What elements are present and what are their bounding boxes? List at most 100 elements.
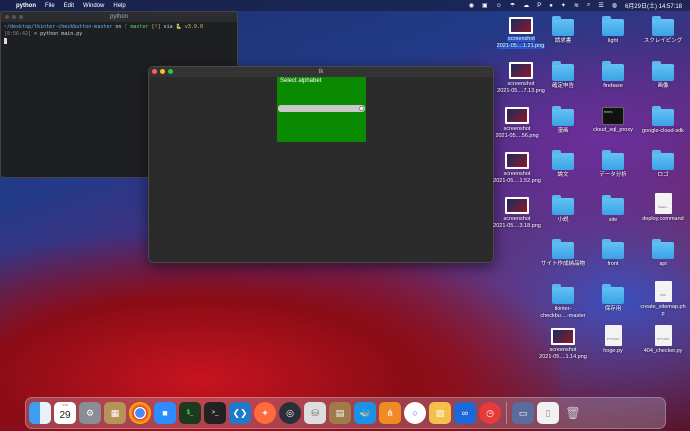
siri-icon[interactable]: ◍ — [612, 2, 617, 9]
terminal-output[interactable]: ~/desktop/tkinter-checkbutton-master on … — [1, 22, 237, 48]
clock-icon[interactable]: ◷ — [479, 402, 501, 424]
prompt-command: > python main.py — [34, 31, 83, 37]
folder-icon — [552, 16, 574, 36]
status-icon[interactable]: ✦ — [561, 2, 566, 9]
prompt-status: [!] — [151, 24, 161, 30]
status-icon[interactable]: ☂ — [510, 2, 515, 9]
folder-icon — [552, 284, 574, 304]
folder-icon — [602, 195, 624, 215]
branch-icon: ᚴ — [124, 24, 128, 30]
system-preferences-icon[interactable]: ⚙ — [79, 402, 101, 424]
sourcetree-icon[interactable]: ⋔ — [379, 402, 401, 424]
scale-handle[interactable] — [359, 106, 364, 111]
terminal-titlebar[interactable]: python — [1, 12, 237, 22]
minimize-button[interactable] — [160, 69, 165, 74]
desktop-item-label: 保存用 — [604, 306, 622, 312]
menu-app-name[interactable]: python — [16, 3, 36, 9]
terminal-file-icon: exec — [602, 107, 624, 125]
folder-icon — [552, 150, 574, 170]
vscode-icon[interactable]: ❮❯ — [229, 402, 251, 424]
status-icon[interactable]: ◉ — [469, 2, 474, 9]
menu-help[interactable]: Help — [113, 3, 125, 9]
terminal-icon[interactable]: >_ — [204, 402, 226, 424]
close-button[interactable] — [152, 69, 157, 74]
folder-icon — [652, 106, 674, 126]
desktop-folder[interactable]: ロゴ — [634, 150, 690, 179]
chrome-icon[interactable] — [129, 402, 151, 424]
folder-icon — [552, 61, 574, 81]
zoom-button[interactable] — [168, 69, 173, 74]
desktop-item[interactable]: PHP create_sitemap.ph p — [634, 281, 690, 317]
calendar-icon[interactable]: JUN 29 — [54, 402, 76, 424]
quicktime-icon[interactable]: ◎ — [279, 402, 301, 424]
status-icon[interactable]: ☁ — [523, 2, 529, 9]
terminal-line — [4, 38, 234, 46]
desktop-item-label: 請求書 — [554, 38, 572, 44]
desktop-item-label: light — [607, 38, 619, 44]
image-file-icon — [551, 328, 575, 345]
tk-window[interactable]: tk Select alphabet — [148, 66, 494, 263]
desktop-folder[interactable]: api — [634, 239, 690, 268]
prompt-time: [8:56:42] — [4, 31, 32, 37]
tk-titlebar[interactable]: tk — [149, 67, 493, 77]
control-center-icon[interactable]: ☰ — [598, 2, 603, 9]
alphabet-frame: Select alphabet — [277, 77, 366, 142]
finder-icon[interactable] — [29, 402, 51, 424]
tk-title: tk — [318, 69, 324, 75]
close-button[interactable] — [5, 15, 9, 19]
select-label: Select alphabet — [280, 78, 322, 84]
status-icon[interactable]: ▣ — [482, 2, 488, 9]
terminal-line: ~/desktop/tkinter-checkbutton-master on … — [4, 24, 234, 31]
alphabet-scale[interactable] — [278, 105, 365, 112]
desktop-item-label: cloud_sql_proxy — [593, 127, 633, 133]
desktop-item-label: hoge.py — [603, 348, 623, 354]
status-icon[interactable]: P — [537, 3, 541, 9]
status-icon[interactable]: ☺ — [496, 3, 502, 9]
folder-icon — [602, 284, 624, 304]
terminal-green-icon[interactable]: $_ — [179, 402, 201, 424]
preview-icon[interactable]: ▧ — [429, 402, 451, 424]
menu-clock[interactable]: 6月29日(土) 14:57:18 — [625, 1, 682, 10]
zoom-button[interactable] — [19, 15, 23, 19]
desktop-folder[interactable]: 画像 — [634, 61, 690, 90]
minimize-button[interactable] — [12, 15, 16, 19]
status-icon[interactable]: ● — [549, 3, 553, 9]
docker-icon[interactable]: 🐳 — [354, 402, 376, 424]
document-stack-icon[interactable]: ▯ — [537, 402, 559, 424]
zoom-icon[interactable]: ■ — [154, 402, 176, 424]
safari-icon[interactable]: ✦ — [254, 402, 276, 424]
terminal-title: python — [109, 14, 128, 20]
desktop-item-label: 小説 — [557, 217, 569, 223]
keychain-icon[interactable]: ▦ — [104, 402, 126, 424]
desktop-item[interactable]: PYTHON 404_checker.py — [634, 325, 690, 355]
screenshot-stack-icon[interactable]: ▭ — [512, 402, 534, 424]
desktop-item[interactable]: SHELL deploy.command — [634, 193, 690, 223]
menu-file[interactable]: File — [45, 3, 55, 9]
search-icon[interactable]: ⌕ — [587, 2, 590, 9]
database-icon[interactable]: ⛁ — [304, 402, 326, 424]
calendar-month: JUN — [62, 403, 68, 407]
folder-icon — [652, 61, 674, 81]
trash-icon[interactable]: 🗑 — [562, 402, 584, 424]
image-file-icon — [509, 62, 533, 79]
desktop-item-label: create_sitemap.ph p — [640, 304, 686, 317]
php-file-icon: PHP — [654, 281, 672, 302]
python-icon: 🐍 — [175, 24, 182, 30]
archive-icon[interactable]: ▤ — [329, 402, 351, 424]
desktop-item-label: サイト作成納品物 — [540, 261, 585, 267]
infinity-icon[interactable]: ∞ — [454, 402, 476, 424]
menu-window[interactable]: Window — [83, 3, 104, 9]
figma-icon[interactable]: ○ — [404, 402, 426, 424]
wifi-icon[interactable]: ≋ — [574, 2, 579, 9]
folder-icon — [552, 106, 574, 126]
window-controls — [5, 15, 23, 19]
prompt-text: via — [163, 24, 173, 30]
folder-icon — [602, 150, 624, 170]
desktop-folder[interactable]: スクレイピング — [634, 16, 690, 45]
desktop-item-label: screenshot 2021-05....56.png — [495, 126, 539, 139]
folder-icon — [652, 150, 674, 170]
desktop-item-label: screenshot 2021-05....1.14.png — [539, 347, 587, 360]
menu-edit[interactable]: Edit — [64, 3, 74, 9]
desktop-folder[interactable]: google-cloud-sdk — [634, 106, 690, 135]
desktop-item-label: front — [607, 261, 619, 267]
